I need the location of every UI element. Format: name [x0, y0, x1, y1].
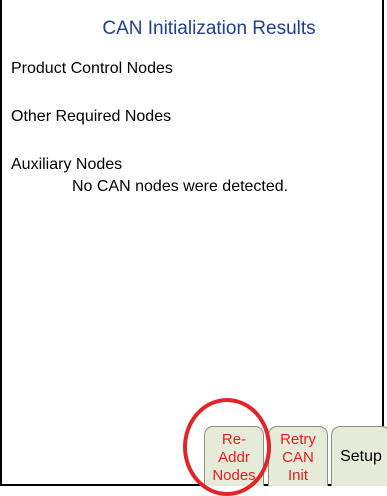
readdr-line-1: Re-: [221, 431, 247, 448]
no-nodes-message: No CAN nodes were detected.: [72, 178, 289, 195]
readdr-nodes-button[interactable]: Re- Addr Nodes: [204, 426, 264, 486]
retry-line-1: Retry: [280, 431, 316, 448]
retry-line-3: Init: [287, 467, 308, 484]
product-control-nodes-label: Product Control Nodes: [11, 60, 173, 77]
auxiliary-nodes-label: Auxiliary Nodes: [11, 156, 123, 173]
other-required-nodes-label: Other Required Nodes: [11, 108, 172, 125]
setup-button[interactable]: Setup: [331, 426, 387, 486]
retry-can-init-button[interactable]: Retry CAN Init: [268, 426, 328, 486]
display-frame: CAN Initialization Results Product Contr…: [0, 0, 387, 486]
readdr-line-2: Addr: [218, 449, 250, 466]
page-title: CAN Initialization Results: [102, 18, 316, 39]
retry-line-2: CAN: [282, 449, 314, 466]
readdr-line-3: Nodes: [212, 467, 256, 484]
